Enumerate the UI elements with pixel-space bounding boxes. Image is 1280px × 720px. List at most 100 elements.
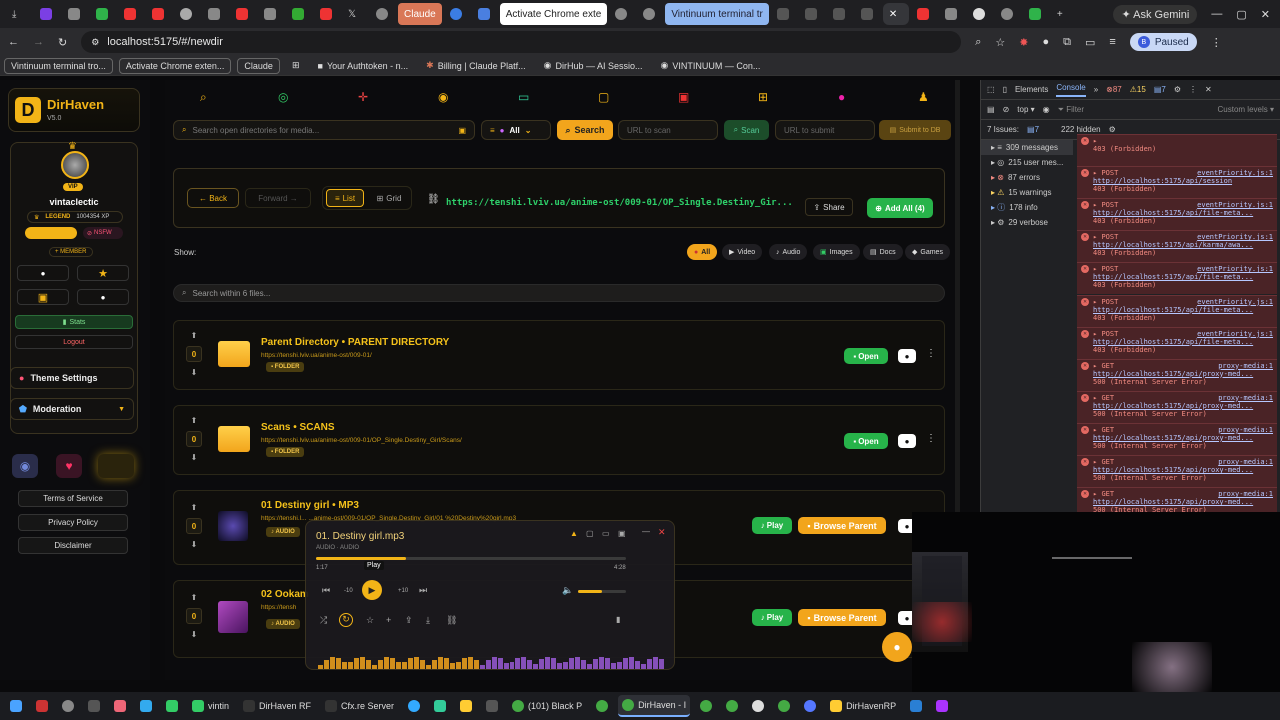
submit-db-button[interactable]: ▤ Submit to DB [879,120,951,140]
bookmark-item[interactable]: ■ Your Authtoken - n... [312,59,415,73]
tab-activate-chrome[interactable]: Activate Chrome exte [499,3,608,25]
source-link[interactable]: eventPriority.js:1 [1197,330,1273,338]
link-icon[interactable]: ⛓ [446,615,457,626]
download-icon[interactable]: ⤓ [426,615,430,626]
forward-10-button[interactable]: +10 [398,588,408,594]
theme-settings-button[interactable]: ● Theme Settings [10,367,134,389]
clear-console-icon[interactable]: ⊘ [1003,105,1010,114]
audio-player[interactable]: 01. Destiny girl.mp3 AUDIO · AUDIO ▲ ▢ ▭… [305,520,675,670]
add-all-button[interactable]: ⊕ Add All (4) [867,198,933,218]
taskbar-item[interactable]: DirHaven RF [239,695,315,717]
request-url[interactable]: http://localhost:5175/api/file-meta... [1093,338,1273,346]
warning-count[interactable]: ⚠15 [1130,85,1146,94]
window-close-icon[interactable]: ✕ [1261,8,1270,21]
progress-track[interactable] [316,557,626,560]
app-icon[interactable] [58,695,78,717]
tab-favicon[interactable] [609,3,635,25]
play-button[interactable]: ♪ Play [752,517,792,534]
comment-button[interactable]: ● [898,434,916,448]
chat-button[interactable]: ● [17,265,69,281]
tab-favicon[interactable] [62,3,88,25]
source-link[interactable]: proxy-media:1 [1218,458,1273,466]
ask-gemini-button[interactable]: ✦ Ask Gemini [1113,4,1198,24]
previous-icon[interactable]: ⏮ [322,585,330,596]
bookmark-item[interactable]: ◉ DirHub — AI Sessio... [538,58,649,73]
request-url[interactable]: http://localhost:5175/api/proxy-med... [1093,370,1273,378]
extension-icon[interactable]: ● [1042,36,1049,48]
upvote-icon[interactable]: ⬆ [191,416,198,425]
profile-paused-button[interactable]: B Paused [1129,33,1197,51]
levels-dropdown[interactable]: Custom levels ▾ [1218,105,1274,114]
settings-gear-icon[interactable]: ⚙ [1174,85,1181,94]
search-nav-icon[interactable]: ⌕ [200,90,207,105]
taskbar-item[interactable]: Cfx.re Server [321,695,398,717]
console-error-message[interactable]: ✕ eventPriority.js:1 ▸ POST http://localhos… [1077,166,1277,199]
search-within-input[interactable]: ⌕ Search within 6 files... [173,284,945,302]
search-input[interactable]: ⌕ Search open directories for media... ▣ [173,120,475,140]
filter-docs[interactable]: ▤ Docs [863,244,903,260]
tab-favicon[interactable] [90,3,116,25]
logout-button[interactable]: Logout [15,335,133,349]
privacy-link[interactable]: Privacy Policy [18,514,128,531]
submit-url-input[interactable]: URL to submit [775,120,875,140]
request-url[interactable]: http://localhost:5175/api/proxy-med... [1093,498,1273,506]
grid-view-button[interactable]: ⊞ Grid [370,189,408,207]
tab-elements[interactable]: Elements [1015,85,1048,94]
avatar[interactable] [61,151,89,179]
more-tabs-icon[interactable]: » [1094,85,1098,94]
console-error-message[interactable]: ✕ proxy-media:1 ▸ GET http://localhost:5175… [1077,358,1277,391]
open-button[interactable]: ▪ Open [844,433,888,449]
user-nav-icon[interactable]: ♟ [918,90,929,104]
tab-favicon[interactable] [230,3,256,25]
app-icon[interactable] [404,695,424,717]
tab-favicon[interactable] [771,3,797,25]
circle-nav-icon[interactable]: ● [838,90,845,104]
expand-arrow-icon[interactable]: ▸ [1093,137,1097,145]
app-icon[interactable] [32,695,52,717]
target-nav-icon[interactable]: ◉ [438,90,448,104]
apps-grid-icon[interactable]: ⊞ [286,58,306,73]
context-selector[interactable]: top ▾ [1017,105,1034,114]
app-icon[interactable] [162,695,182,717]
tab-favicon[interactable] [286,3,312,25]
menu-kebab-icon[interactable]: ⋮ [1211,36,1222,49]
entry-title[interactable]: Parent Directory • PARENT DIRECTORY [261,337,449,348]
miniplayer-icon[interactable]: ▭ [602,529,610,538]
extension-icon[interactable]: ✸ [1019,36,1028,49]
bookmark-item[interactable]: Vintinuum terminal tro... [4,57,113,74]
app-icon[interactable] [592,695,612,717]
tab-favicon[interactable] [118,3,144,25]
tab-favicon[interactable] [855,3,881,25]
entry-path[interactable]: https://tensh [261,604,296,611]
site-info-icon[interactable]: ⚙ [91,37,99,48]
filter-all[interactable]: ● All [687,244,718,260]
source-link[interactable]: proxy-media:1 [1218,362,1273,370]
tab-favicon[interactable] [174,3,200,25]
entry-path[interactable]: https://tenshi.lviv.ua/anime-ost/009-01/ [261,352,372,359]
menu-kebab-icon[interactable]: ⋮ [1189,85,1197,94]
sidebar-toggle-icon[interactable]: ▤ [987,105,995,114]
source-link[interactable]: proxy-media:1 [1218,490,1273,498]
tab-favicon[interactable] [995,3,1021,25]
rewind-10-button[interactable]: -10 [344,588,353,594]
app-icon[interactable] [932,695,952,717]
url-bar[interactable]: ⚙ localhost:5175/#/newdir [81,31,962,53]
tab-favicon[interactable] [444,3,470,25]
tab-vintinuum[interactable]: Vintinuum terminal tr [665,3,769,25]
console-error-message[interactable]: ✕ eventPriority.js:1 ▸ POST http://localhos… [1077,230,1277,263]
tab-favicon[interactable] [314,3,340,25]
source-link[interactable]: eventPriority.js:1 [1197,265,1273,273]
tab-console[interactable]: Console [1056,83,1086,97]
window-nav-icon[interactable]: ▢ [598,90,609,104]
tab-github-icon[interactable] [967,3,993,25]
favorite-star-icon[interactable]: ☆ [366,615,374,626]
stats-button[interactable]: ▮ Stats [15,315,133,329]
taskbar-item[interactable]: DirHavenRP [826,695,900,717]
browse-parent-button[interactable]: ▪ Browse Parent [798,609,886,626]
equalizer-icon[interactable]: ▮ [616,615,620,624]
zoom-icon[interactable]: ⌕ [975,36,981,49]
device-icon[interactable]: ▯ [1003,85,1007,94]
upvote-icon[interactable]: ⬆ [191,503,198,512]
moderation-button[interactable]: ⬟ Moderation ▼ [10,398,134,420]
taskbar-item[interactable]: (101) Black P [508,695,586,717]
